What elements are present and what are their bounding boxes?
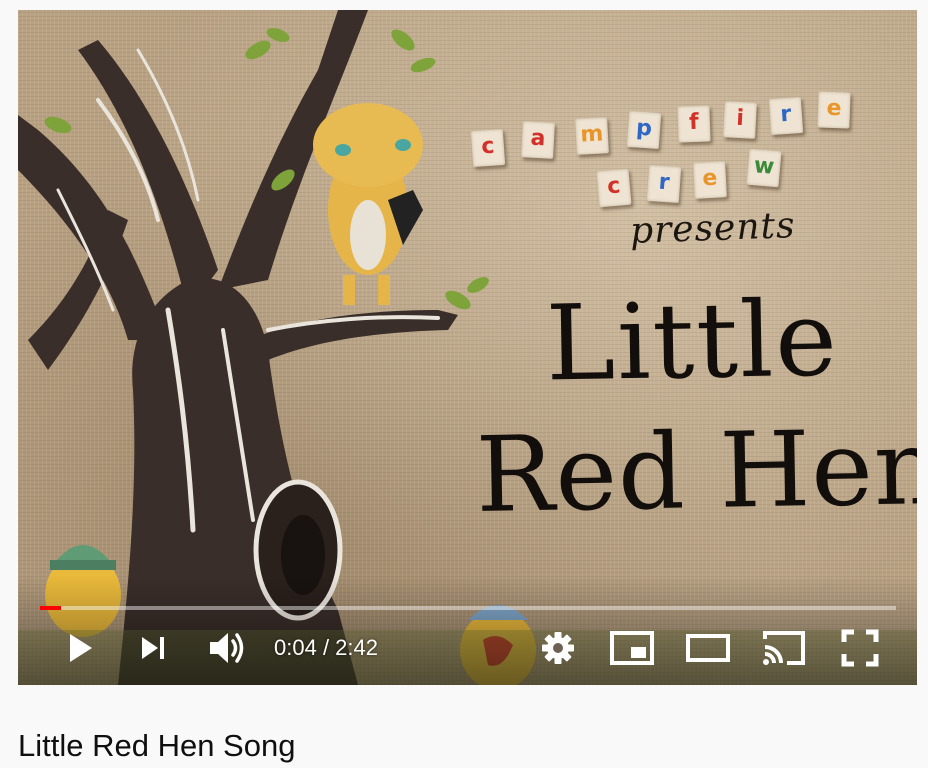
title-card-line1: Little xyxy=(544,277,840,405)
title-card-line2: Red Hen xyxy=(474,405,917,537)
logo-tile: a xyxy=(521,121,555,159)
theater-mode-button[interactable] xyxy=(682,618,734,678)
logo-tile: m xyxy=(575,117,609,155)
cast-icon xyxy=(763,631,805,665)
settings-icon xyxy=(542,632,574,664)
progress-played xyxy=(40,606,62,610)
logo-tile: f xyxy=(677,105,711,143)
cat-character xyxy=(313,103,423,305)
progress-bar[interactable] xyxy=(40,606,896,610)
miniplayer-button[interactable] xyxy=(606,618,658,678)
player-controls: 0:04 / 2:42 xyxy=(18,618,917,678)
logo-tile: r xyxy=(646,164,682,204)
play-button[interactable] xyxy=(54,618,104,678)
next-button[interactable] xyxy=(130,618,176,678)
logo-tile: e xyxy=(693,161,727,199)
mute-button[interactable] xyxy=(202,618,252,678)
fullscreen-icon xyxy=(841,629,879,667)
logo-tile: w xyxy=(746,148,782,188)
play-icon xyxy=(70,634,92,662)
volume-icon xyxy=(210,633,244,663)
logo-tile: c xyxy=(470,128,506,168)
logo-tile: p xyxy=(626,110,662,150)
time-display: 0:04 / 2:42 xyxy=(274,618,378,678)
video-player[interactable]: c a m p f i r e c r e w presents Little … xyxy=(18,10,917,685)
fullscreen-button[interactable] xyxy=(834,618,886,678)
logo-tile: e xyxy=(817,91,851,129)
current-time: 0:04 xyxy=(274,635,317,660)
presents-text: presents xyxy=(629,205,797,252)
settings-button[interactable] xyxy=(533,618,583,678)
theater-mode-icon xyxy=(686,634,730,662)
logo-tile: c xyxy=(596,168,632,208)
miniplayer-icon xyxy=(610,631,654,665)
logo-tile: r xyxy=(768,96,804,136)
duration: 2:42 xyxy=(335,635,378,660)
logo-tile: i xyxy=(723,101,757,139)
video-title: Little Red Hen Song xyxy=(18,728,296,763)
time-separator: / xyxy=(316,635,336,660)
next-icon xyxy=(142,637,164,659)
cast-button[interactable] xyxy=(758,618,810,678)
